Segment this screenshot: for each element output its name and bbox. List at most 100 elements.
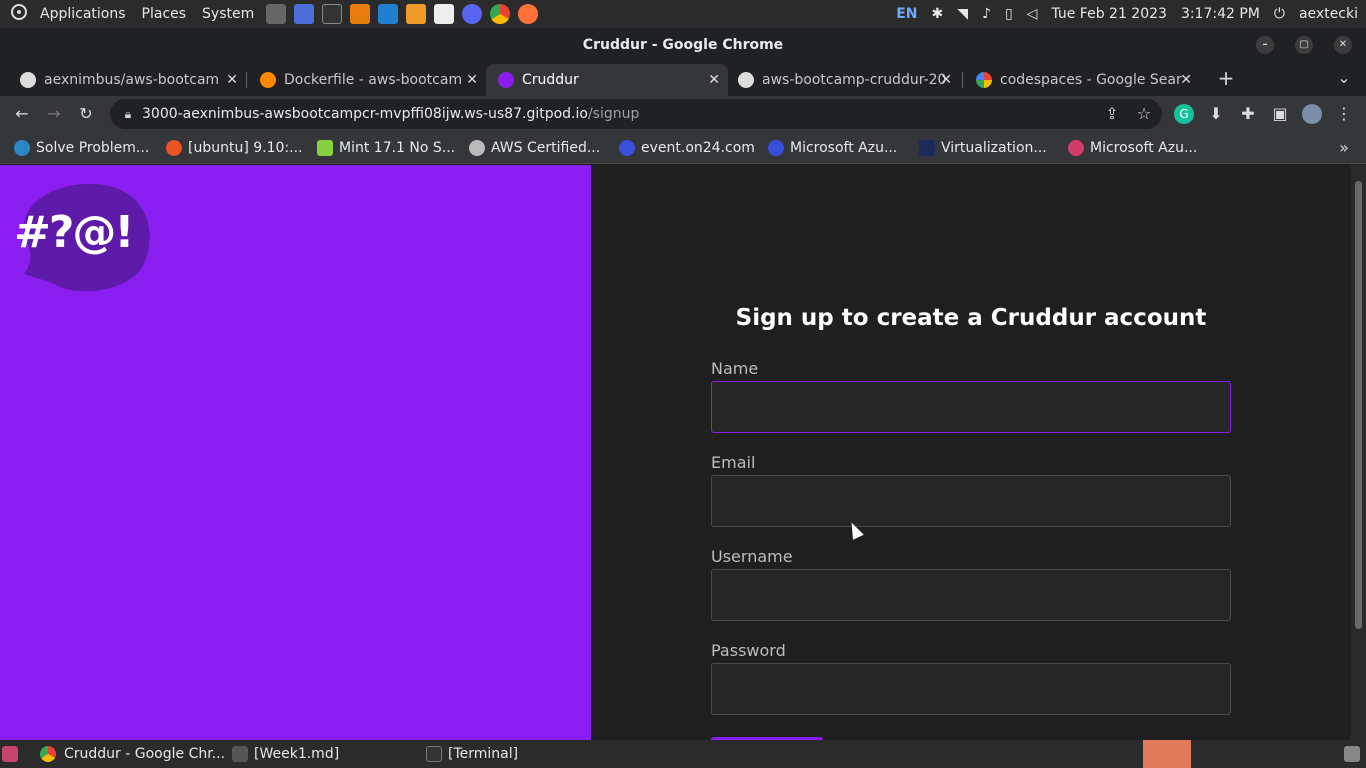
notification-bell-icon[interactable]: ♪ — [982, 6, 991, 22]
bookmark-label: AWS Certified... — [491, 140, 601, 156]
bookmark-item[interactable]: Microsoft Azu... — [768, 132, 897, 164]
tab-label: Dockerfile - aws-bootcam — [284, 72, 463, 88]
screenshot-app-icon[interactable] — [266, 4, 287, 24]
bookmark-item[interactable]: AWS Certified... — [469, 132, 600, 164]
bookmark-star-icon[interactable]: ☆ — [1134, 104, 1154, 124]
folder-icon — [232, 746, 248, 762]
ubuntu-icon — [166, 140, 182, 156]
name-input[interactable] — [711, 381, 1231, 433]
os-top-panel: Applications Places System EN ✱ ◥ ♪ ▯ ◁ … — [0, 0, 1366, 28]
browser-toolbar: ← → ↻ 🔒︎ 3000-aexnimbus-awsbootcampcr-mv… — [0, 96, 1366, 132]
time-display[interactable]: 3:17:42 PM — [1181, 6, 1260, 22]
tab-github-aws-bootcamp[interactable]: aexnimbus/aws-bootcam ✕ — [0, 64, 246, 96]
date-display[interactable]: Tue Feb 21 2023 — [1051, 6, 1167, 22]
tab-label: codespaces - Google Sear — [1000, 72, 1182, 88]
os-taskbar: Cruddur - Google Chr... [Week1.md] [Term… — [0, 740, 1366, 768]
trash-icon[interactable] — [1342, 740, 1362, 768]
vlc-icon[interactable] — [350, 4, 371, 24]
firefox-icon[interactable] — [518, 4, 539, 24]
close-icon[interactable]: ✕ — [226, 64, 238, 96]
profile-avatar[interactable] — [1302, 104, 1322, 124]
close-icon[interactable]: ✕ — [940, 64, 952, 96]
chrome-icon[interactable] — [490, 4, 511, 24]
github-icon — [20, 72, 36, 88]
share-icon[interactable]: ⇪ — [1102, 104, 1122, 124]
username-label: Username — [711, 547, 793, 566]
google-icon — [976, 72, 992, 88]
password-input[interactable] — [711, 663, 1231, 715]
os-logo-icon[interactable] — [0, 3, 32, 25]
grammarly-icon[interactable]: G — [1174, 104, 1194, 124]
language-indicator[interactable]: EN — [896, 6, 917, 22]
email-input[interactable] — [711, 475, 1231, 527]
bookmark-item[interactable]: Microsoft Azu... — [1068, 132, 1197, 164]
bookmark-item[interactable]: Solve Problem... — [14, 132, 149, 164]
bookmark-item[interactable]: [ubuntu] 9.10:... — [166, 132, 302, 164]
tab-aws-bootcamp-cruddur[interactable]: aws-bootcamp-cruddur-20 ✕ — [718, 64, 960, 96]
volume-muted-icon[interactable]: ◁ — [1027, 6, 1038, 22]
tab-cruddur[interactable]: Cruddur ✕ — [486, 64, 728, 96]
text-editor-icon[interactable] — [434, 4, 455, 24]
menu-applications[interactable]: Applications — [32, 6, 134, 22]
gitpod-icon — [260, 72, 276, 88]
lock-icon[interactable]: 🔒︎ — [118, 104, 138, 124]
bookmark-label: Solve Problem... — [36, 140, 150, 156]
tab-google-search[interactable]: codespaces - Google Sear ✕ — [956, 64, 1200, 96]
sublime-icon[interactable] — [406, 4, 427, 24]
wifi-icon[interactable]: ◥ — [957, 6, 968, 22]
download-icon[interactable]: ⬇ — [1206, 104, 1226, 124]
device-icon[interactable]: ▯ — [1005, 6, 1013, 22]
on24-icon — [619, 140, 635, 156]
workspace-chrome-icon[interactable] — [1143, 740, 1191, 768]
scrollbar-thumb[interactable] — [1355, 181, 1362, 629]
maximize-icon[interactable]: ▢ — [1295, 36, 1313, 54]
forward-icon[interactable]: → — [44, 104, 64, 124]
page-scrollbar[interactable] — [1351, 165, 1366, 740]
taskbar-item-terminal[interactable]: [Terminal] — [422, 740, 518, 768]
tab-dockerfile[interactable]: Dockerfile - aws-bootcam ✕ — [240, 64, 486, 96]
minimize-icon[interactable]: – — [1256, 36, 1274, 54]
bookmark-item[interactable]: Virtualization... — [919, 132, 1047, 164]
address-bar[interactable]: 🔒︎ 3000-aexnimbus-awsbootcampcr-mvpffi08… — [110, 99, 1162, 129]
bookmarks-overflow-icon[interactable]: » — [1334, 138, 1354, 158]
taskbar-item-week1[interactable]: [Week1.md] — [228, 740, 339, 768]
tab-label: aws-bootcamp-cruddur-20 — [762, 72, 947, 88]
username-display[interactable]: aextecki — [1299, 6, 1358, 22]
power-icon[interactable]: ⏻ — [1274, 6, 1285, 22]
side-panel-icon[interactable]: ▣ — [1270, 104, 1290, 124]
taskbar-label: Cruddur - Google Chr... — [64, 746, 226, 762]
tab-label: Cruddur — [522, 72, 579, 88]
bluetooth-icon[interactable]: ✱ — [931, 6, 943, 22]
bookmark-label: Microsoft Azu... — [1090, 140, 1198, 156]
bookmark-item[interactable]: Mint 17.1 No S... — [317, 132, 455, 164]
taskbar-label: [Week1.md] — [254, 746, 340, 762]
video-icon — [1068, 140, 1084, 156]
reload-icon[interactable]: ↻ — [76, 104, 96, 124]
extensions-icon[interactable]: ✚ — [1238, 104, 1258, 124]
tab-search-chevron-down-icon[interactable]: ⌄ — [1334, 68, 1354, 88]
wordpress-icon — [14, 140, 30, 156]
bookmark-label: Mint 17.1 No S... — [339, 140, 456, 156]
selection-app-icon[interactable] — [294, 4, 315, 24]
more-menu-icon[interactable]: ⋮ — [1334, 104, 1354, 124]
new-tab-icon[interactable]: + — [1216, 68, 1236, 88]
menu-places[interactable]: Places — [134, 6, 195, 22]
window-title-bar: Cruddur - Google Chrome – ▢ ✕ — [0, 28, 1366, 62]
close-window-icon[interactable]: ✕ — [1334, 36, 1352, 54]
password-label: Password — [711, 641, 786, 660]
mint-icon — [317, 140, 333, 156]
vscode-icon[interactable] — [378, 4, 399, 24]
username-input[interactable] — [711, 569, 1231, 621]
taskbar-item-chrome[interactable]: Cruddur - Google Chr... — [36, 740, 225, 768]
menu-system[interactable]: System — [194, 6, 262, 22]
back-icon[interactable]: ← — [12, 104, 32, 124]
cruddur-favicon-icon — [498, 72, 514, 88]
discord-icon[interactable] — [462, 4, 483, 24]
terminal-app-icon[interactable] — [322, 4, 343, 24]
n-logo-icon — [919, 140, 935, 156]
close-icon[interactable]: ✕ — [1180, 64, 1192, 96]
show-desktop-icon[interactable] — [0, 740, 24, 768]
bookmark-label: Microsoft Azu... — [790, 140, 898, 156]
close-icon[interactable]: ✕ — [466, 64, 478, 96]
bookmark-item[interactable]: event.on24.com — [619, 132, 755, 164]
